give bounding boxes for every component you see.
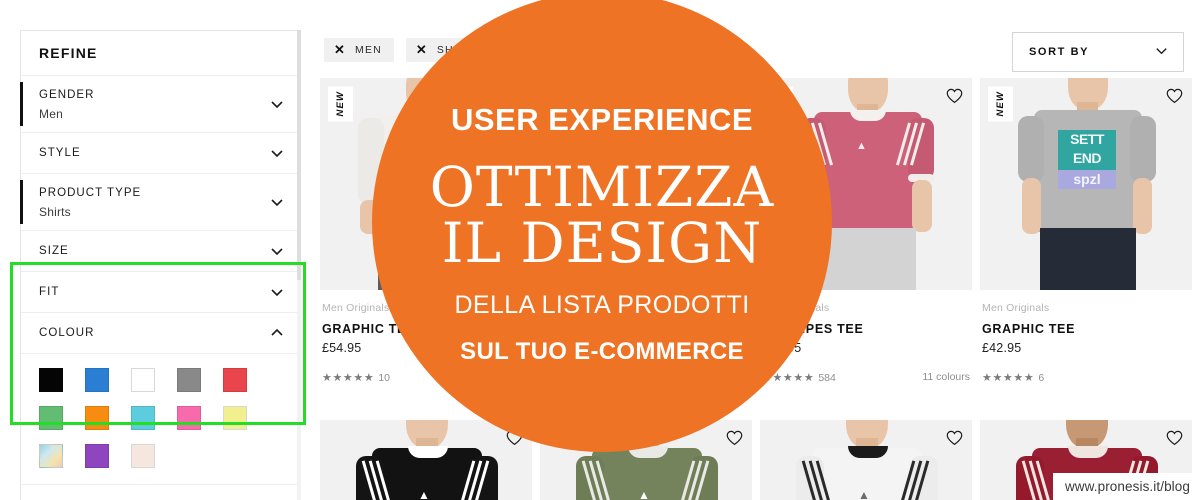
- colour-swatch-purple[interactable]: [85, 444, 109, 468]
- chevron-down-icon[interactable]: [270, 195, 283, 208]
- review-count: 6: [1038, 372, 1045, 384]
- sidebar-scrollbar-thumb[interactable]: [297, 30, 301, 280]
- tee-graphic-line-1: SETT: [1070, 131, 1104, 147]
- product-name: GRAPHIC TEE: [982, 322, 1076, 336]
- filter-row-colour[interactable]: COLOUR: [21, 313, 299, 354]
- active-filter-indicator: [20, 82, 23, 126]
- product-card[interactable]: ▲: [320, 420, 532, 500]
- filter-row-fit[interactable]: FIT: [21, 272, 299, 313]
- tee-graphic-top: SETT END: [1058, 130, 1116, 170]
- filter-label-style: STYLE: [39, 147, 81, 159]
- page-title: REFINE: [21, 31, 299, 76]
- colour-count: 11 colours: [922, 371, 970, 383]
- colour-swatch-multicolour[interactable]: [39, 444, 63, 468]
- colour-swatch-green[interactable]: [39, 406, 63, 430]
- colour-swatch-beige[interactable]: [131, 444, 155, 468]
- review-count: 10: [378, 372, 390, 384]
- product-price: £42.95: [982, 341, 1022, 355]
- product-rating-row: ★★★★★ 6: [982, 368, 1190, 386]
- chevron-down-icon[interactable]: [270, 97, 283, 110]
- close-icon[interactable]: ✕: [416, 43, 428, 56]
- colour-swatch-turquoise[interactable]: [131, 406, 155, 430]
- heart-icon[interactable]: [1166, 88, 1183, 104]
- chevron-down-icon[interactable]: [270, 244, 283, 257]
- colour-swatch-pink[interactable]: [177, 406, 201, 430]
- promo-line-subhead: DELLA LISTA PRODOTTI: [454, 290, 750, 319]
- colour-swatch-black[interactable]: [39, 368, 63, 392]
- colour-swatch-blue[interactable]: [85, 368, 109, 392]
- filter-row-style[interactable]: STYLE: [21, 133, 299, 174]
- page-root: REFINE GENDER Men STYLE PRODUCT TYPE Shi…: [0, 0, 1200, 500]
- tee-graphic-line-2: END: [1072, 150, 1102, 166]
- star-rating-icon: ★★★★★: [982, 372, 1035, 384]
- refine-sidebar: REFINE GENDER Men STYLE PRODUCT TYPE Shi…: [20, 30, 300, 500]
- filter-label-colour: COLOUR: [39, 327, 95, 339]
- colour-swatch-row: [39, 368, 281, 392]
- colour-swatch-row: [39, 406, 281, 430]
- filter-row-product-type[interactable]: PRODUCT TYPE Shirts: [20, 174, 299, 231]
- filter-label-gender: GENDER: [39, 89, 95, 101]
- sort-by-label: SORT BY: [1029, 46, 1090, 58]
- heart-icon[interactable]: [946, 88, 963, 104]
- filter-label-fit: FIT: [39, 286, 60, 298]
- chevron-down-icon[interactable]: [1154, 43, 1169, 61]
- chevron-down-icon[interactable]: [270, 146, 283, 159]
- colour-swatch-orange[interactable]: [85, 406, 109, 430]
- promo-overlay-circle: USER EXPERIENCE OTTIMIZZA IL DESIGN DELL…: [372, 0, 832, 452]
- tee-graphic-bottom: spzl: [1058, 170, 1116, 189]
- sort-by-dropdown[interactable]: SORT BY: [1012, 32, 1184, 72]
- heart-icon[interactable]: [946, 430, 963, 446]
- colour-swatch-row: [39, 444, 281, 468]
- colour-swatch-white[interactable]: [131, 368, 155, 392]
- active-filter-indicator: [20, 180, 23, 224]
- promo-line-eyebrow: USER EXPERIENCE: [450, 102, 754, 137]
- site-watermark: www.pronesis.it/blog: [1052, 473, 1200, 500]
- product-image[interactable]: ▲: [320, 420, 532, 500]
- product-image[interactable]: SETT END spzl NEW: [980, 78, 1192, 290]
- new-badge: NEW: [328, 86, 353, 122]
- filter-row-size[interactable]: SIZE: [21, 231, 299, 272]
- product-rating-row: ★★★★★ 584 11 colours: [762, 368, 970, 386]
- new-badge: NEW: [988, 86, 1013, 122]
- review-count: 584: [818, 372, 836, 384]
- product-meta: Men Originals GRAPHIC TEE £42.95 ★★★★★ 6: [980, 290, 1192, 386]
- filter-row-gender[interactable]: GENDER Men: [20, 76, 299, 133]
- colour-swatch-red[interactable]: [223, 368, 247, 392]
- filter-label-size: SIZE: [39, 245, 69, 257]
- heart-icon[interactable]: [1166, 430, 1183, 446]
- filter-chip-label: MEN: [355, 44, 382, 56]
- filter-value-gender: Men: [39, 107, 63, 121]
- promo-line-footer: SUL TUO E-COMMERCE: [460, 337, 744, 365]
- promo-line-headline-1: OTTIMIZZA: [429, 155, 775, 219]
- chevron-up-icon[interactable]: [270, 326, 283, 339]
- close-icon[interactable]: ✕: [334, 43, 346, 56]
- product-image[interactable]: ▲: [760, 420, 972, 500]
- filter-value-product-type: Shirts: [39, 205, 71, 219]
- product-rating: ★★★★★ 6: [982, 368, 1044, 386]
- colour-swatch-grey[interactable]: [177, 368, 201, 392]
- promo-line-headline-2: IL DESIGN: [441, 210, 763, 275]
- tee-graphic-line-3: spzl: [1073, 171, 1101, 187]
- filter-label-product-type: PRODUCT TYPE: [39, 187, 142, 199]
- chevron-down-icon[interactable]: [270, 285, 283, 298]
- colour-swatch-grid: [21, 354, 299, 485]
- product-card[interactable]: SETT END spzl NEW Men Originals GRAPHIC …: [980, 78, 1192, 386]
- filter-row-sport[interactable]: SPORT: [21, 485, 299, 500]
- heart-icon[interactable]: [726, 430, 743, 446]
- star-rating-icon: ★★★★★: [322, 372, 375, 384]
- colour-swatch-yellow[interactable]: [223, 406, 247, 430]
- product-rating: ★★★★★ 10: [322, 368, 390, 386]
- product-brand: Men Originals: [982, 302, 1050, 314]
- product-card[interactable]: ▲: [760, 420, 972, 500]
- filter-chip-men[interactable]: ✕ MEN: [324, 38, 394, 62]
- sidebar-scrollbar[interactable]: [297, 30, 301, 500]
